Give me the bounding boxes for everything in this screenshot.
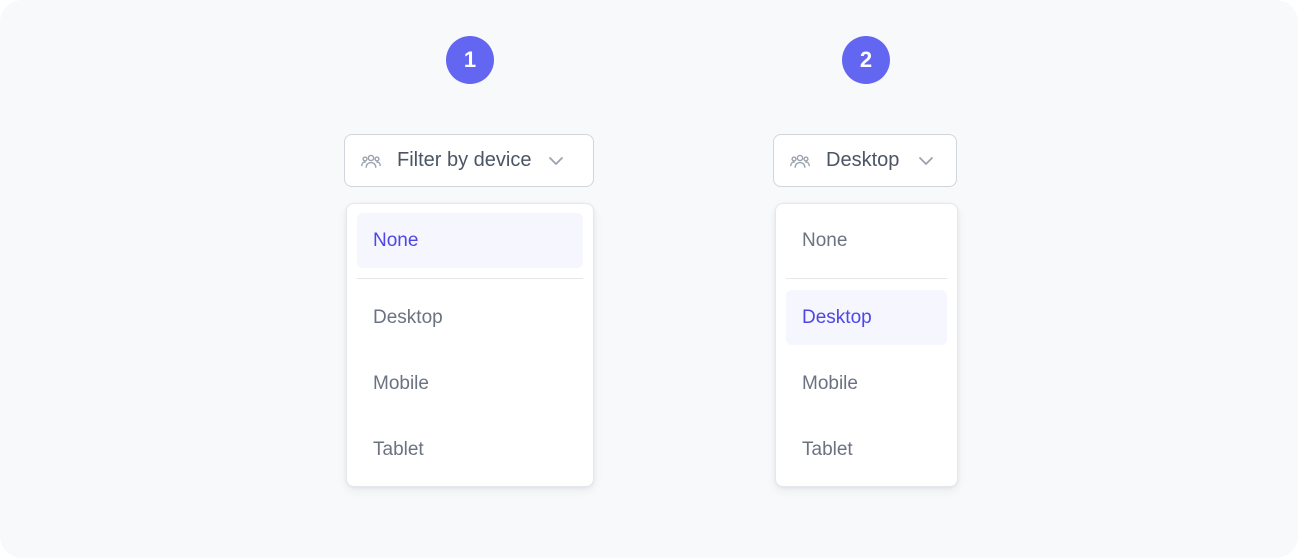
menu-item-tablet[interactable]: Tablet	[786, 422, 947, 477]
users-icon	[790, 151, 810, 171]
menu-item-mobile[interactable]: Mobile	[786, 356, 947, 411]
step-badge-2: 2	[842, 36, 890, 84]
select-label: Desktop	[826, 149, 900, 171]
menu-item-desktop[interactable]: Desktop	[357, 290, 583, 345]
menu-item-none[interactable]: None	[357, 213, 583, 268]
device-filter-select-1[interactable]: Filter by device	[344, 134, 594, 187]
step-badge-1: 1	[446, 36, 494, 84]
device-filter-select-2[interactable]: Desktop	[773, 134, 957, 187]
chevron-down-icon	[917, 152, 935, 170]
menu-item-mobile[interactable]: Mobile	[357, 356, 583, 411]
menu-item-none[interactable]: None	[786, 213, 947, 268]
device-dropdown-menu-2: None Desktop Mobile Tablet	[775, 203, 958, 487]
menu-item-desktop[interactable]: Desktop	[786, 290, 947, 345]
menu-divider	[357, 278, 583, 279]
select-label: Filter by device	[397, 149, 532, 171]
chevron-down-icon	[547, 152, 565, 170]
device-dropdown-menu-1: None Desktop Mobile Tablet	[346, 203, 594, 487]
menu-item-tablet[interactable]: Tablet	[357, 422, 583, 477]
menu-divider	[786, 278, 947, 279]
illustration-canvas: 1 Filter by device None Desktop Mobile T…	[0, 0, 1298, 558]
users-icon	[361, 151, 381, 171]
